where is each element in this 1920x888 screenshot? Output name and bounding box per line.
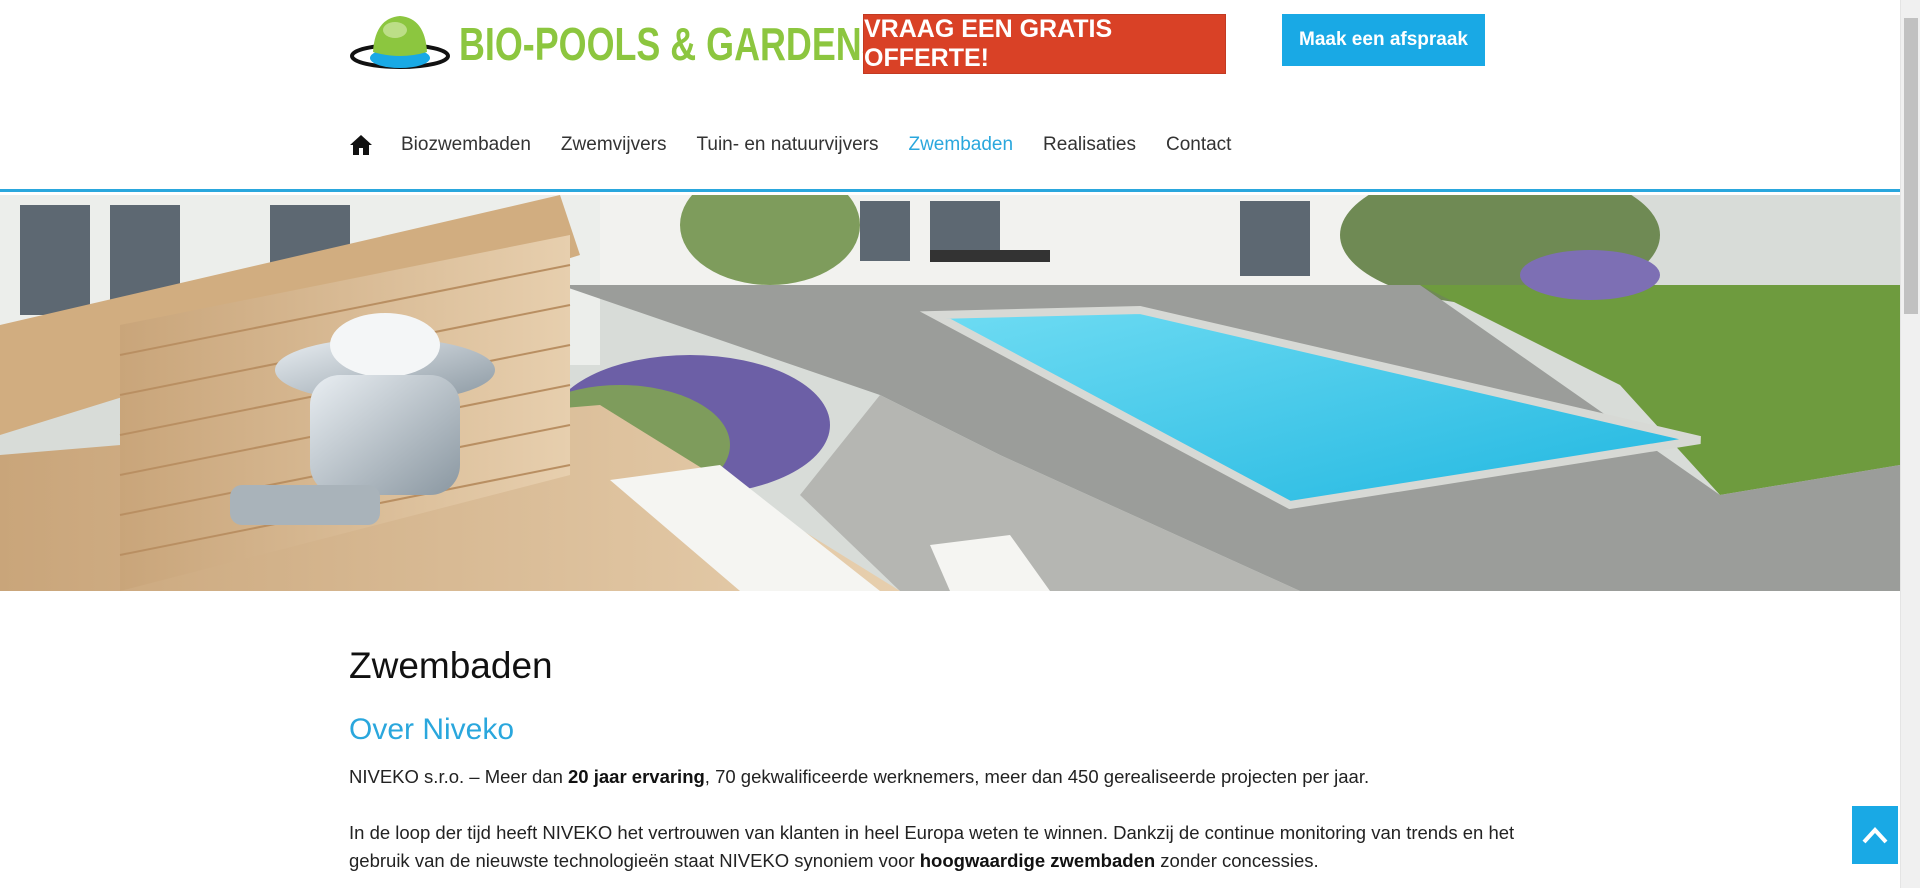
history-paragraph: In de loop der tijd heeft NIVEKO het ver… (349, 819, 1529, 875)
page-scrollbar[interactable] (1900, 0, 1920, 888)
site-header: BIO-POOLS & GARDENS VRAAG EEN GRATIS OFF… (0, 0, 1900, 192)
nav-item-contact[interactable]: Contact (1166, 134, 1231, 156)
p1-text-end: , 70 gekwalificeerde werknemers, meer da… (704, 766, 1370, 787)
make-appointment-button[interactable]: Maak een afspraak (1282, 14, 1485, 66)
page: BIO-POOLS & GARDENS VRAAG EEN GRATIS OFF… (0, 0, 1900, 888)
nav-item-realisaties[interactable]: Realisaties (1043, 134, 1136, 156)
logo-emblem-icon (350, 16, 450, 69)
p2-text-end: zonder concessies. (1155, 850, 1319, 871)
section-heading: Over Niveko (349, 713, 515, 746)
nav-item-zwemvijvers[interactable]: Zwemvijvers (561, 134, 667, 156)
nav-item-biozwembaden[interactable]: Biozwembaden (401, 134, 531, 156)
nav-item-zwembaden[interactable]: Zwembaden (908, 134, 1013, 156)
back-to-top-button[interactable] (1852, 806, 1898, 864)
nav-item-tuin-natuurvijvers[interactable]: Tuin- en natuurvijvers (696, 134, 878, 156)
logo-text: BIO-POOLS & GARDENS (459, 18, 886, 70)
main-content: Zwembaden Over Niveko NIVEKO s.r.o. – Me… (349, 645, 1529, 888)
free-quote-button[interactable]: VRAAG EEN GRATIS OFFERTE! (863, 14, 1226, 74)
page-title: Zwembaden (349, 645, 553, 686)
hero-pool-image (0, 195, 1900, 591)
main-nav: Biozwembaden Zwemvijvers Tuin- en natuur… (349, 128, 1261, 162)
p1-bold: 20 jaar ervaring (568, 766, 705, 787)
scrollbar-thumb[interactable] (1904, 18, 1918, 314)
home-icon[interactable] (349, 133, 373, 157)
chevron-up-icon (1862, 827, 1888, 844)
intro-paragraph: NIVEKO s.r.o. – Meer dan 20 jaar ervarin… (349, 763, 1529, 791)
p1-text-start: NIVEKO s.r.o. – Meer dan (349, 766, 569, 787)
p2-bold: hoogwaardige zwembaden (919, 850, 1156, 871)
